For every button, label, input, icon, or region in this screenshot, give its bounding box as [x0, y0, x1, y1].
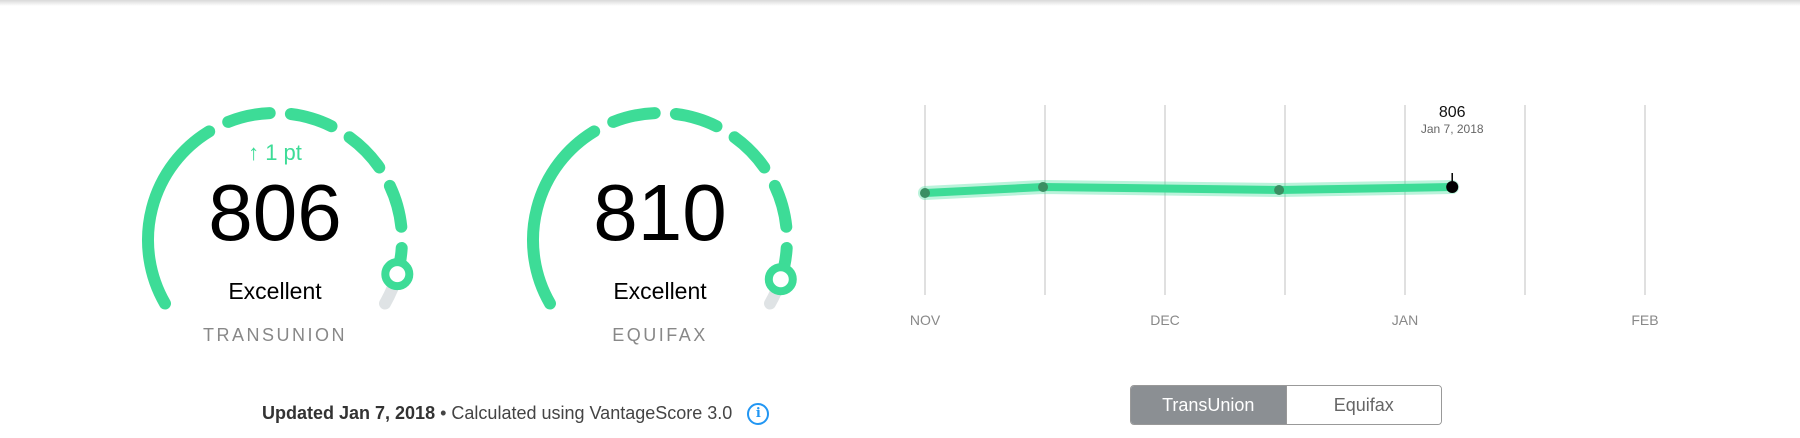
x-tick-label: FEB [1631, 312, 1658, 328]
data-point [1274, 185, 1285, 195]
gauge-segment [284, 108, 338, 133]
score-change-indicator: ↑ 1 pt [248, 140, 302, 165]
highlight-value-label: 806 [1439, 104, 1466, 121]
score-rating: Excellent [613, 278, 707, 304]
score-update-note: Updated Jan 7, 2018 • Calculated using V… [262, 403, 770, 426]
updated-date: Updated Jan 7, 2018 [262, 403, 436, 423]
bureau-label: EQUIFAX [612, 325, 708, 345]
calculation-note: Calculated using VantageScore 3.0 [451, 403, 733, 423]
credit-score-value: 810 [593, 168, 727, 257]
equifax-score-gauge: 810 Excellent EQUIFAX [515, 95, 805, 355]
separator-bullet: • [440, 403, 447, 423]
credit-score-value: 806 [208, 168, 342, 257]
x-tick-label: NOV [910, 312, 941, 328]
bureau-label: TRANSUNION [202, 325, 347, 345]
score-history-chart: NOV DEC JAN FEB 806 Jan 7, 2018 [880, 95, 1680, 355]
toggle-equifax-button[interactable]: Equifax [1285, 386, 1441, 424]
gauge-segment [222, 107, 276, 128]
data-point [1446, 181, 1459, 193]
bureau-toggle: TransUnion Equifax [1130, 385, 1442, 425]
x-tick-label: DEC [1150, 312, 1180, 328]
header-shadow [0, 0, 1800, 6]
series-line [921, 183, 1457, 197]
data-point [1038, 182, 1049, 192]
info-icon[interactable]: i [747, 403, 770, 426]
score-rating: Excellent [228, 278, 322, 304]
x-tick-label: JAN [1392, 312, 1418, 328]
gauge-segment [607, 107, 661, 128]
gauge-segment [669, 108, 723, 133]
gauge-segment [728, 131, 771, 174]
transunion-score-gauge: ↑ 1 pt 806 Excellent TRANSUNION [130, 95, 420, 355]
data-point [920, 188, 930, 198]
toggle-transunion-button[interactable]: TransUnion [1131, 386, 1286, 424]
highlight-date-label: Jan 7, 2018 [1421, 122, 1484, 136]
score-history-plot: NOV DEC JAN FEB 806Jan 7, 2018 [910, 104, 1659, 328]
